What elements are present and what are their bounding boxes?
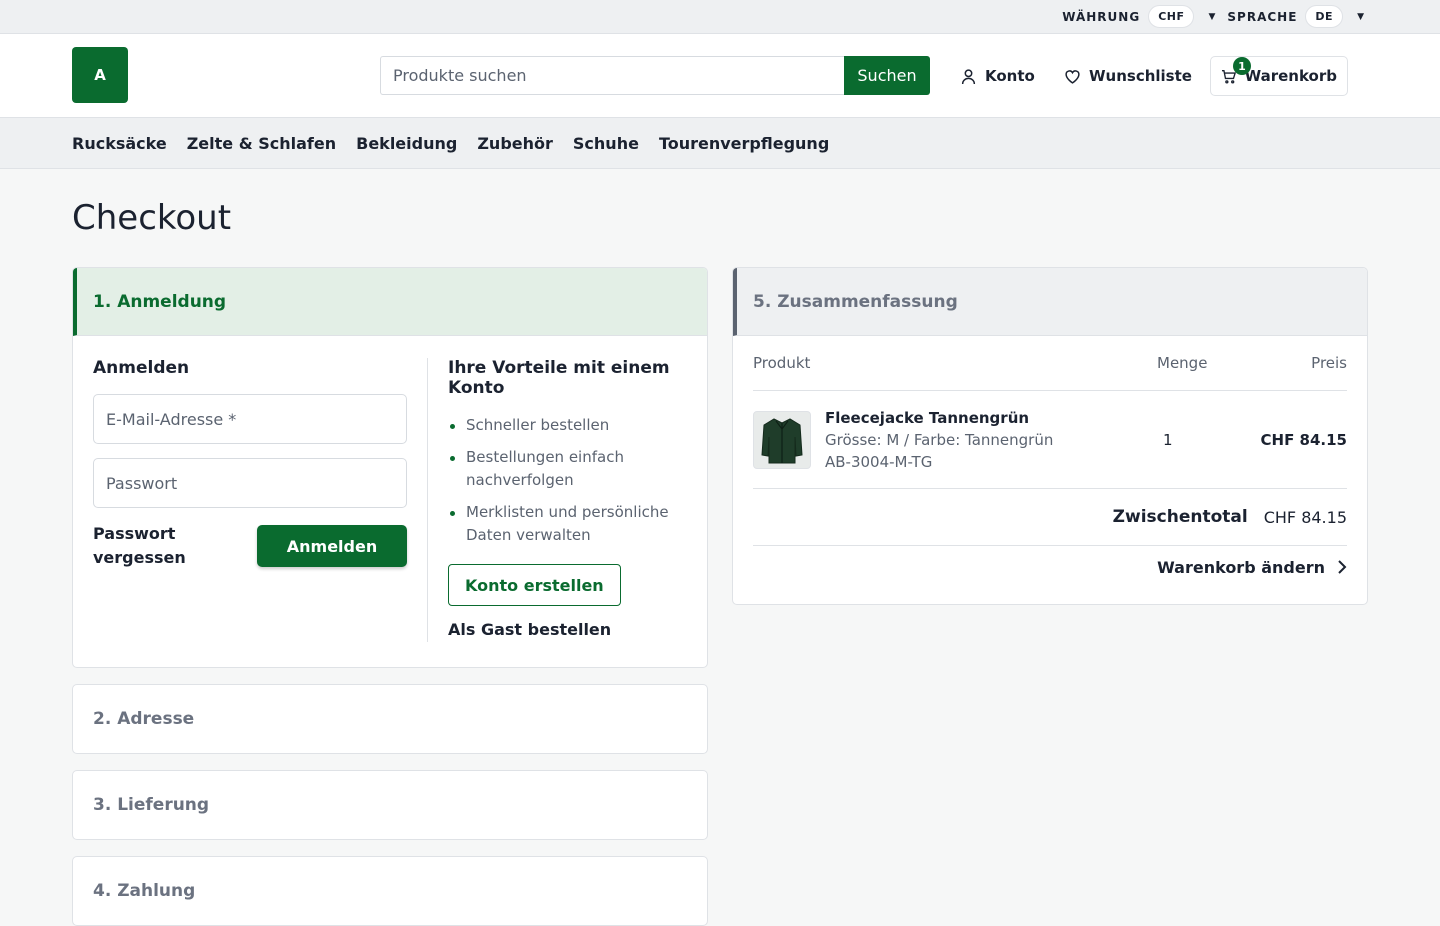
logo[interactable]: A: [72, 47, 128, 103]
nav-item-zelte-schlafen[interactable]: Zelte & Schlafen: [187, 134, 336, 153]
cart-link[interactable]: 1 Warenkorb: [1210, 56, 1348, 96]
step-payment-panel: 4. Zahlung: [72, 856, 708, 926]
wishlist-label: Wunschliste: [1089, 67, 1192, 85]
login-heading: Anmelden: [93, 358, 190, 378]
nav-item-zubehoer[interactable]: Zubehör: [477, 134, 553, 153]
step-delivery-header[interactable]: 3. Lieferung: [73, 771, 707, 839]
language-label: SPRACHE: [1227, 9, 1298, 24]
col-product: Produkt: [753, 354, 811, 372]
edit-cart-link[interactable]: Warenkorb ändern: [753, 546, 1347, 588]
nav-item-rucksaecke[interactable]: Rucksäcke: [72, 134, 167, 153]
nav-item-schuhe[interactable]: Schuhe: [573, 134, 639, 153]
product-name[interactable]: Fleecejacke Tannengrün: [825, 407, 1157, 429]
nav-item-tourenverpflegung[interactable]: Tourenverpflegung: [659, 134, 829, 153]
col-price: Preis: [1311, 354, 1347, 372]
create-account-button[interactable]: Konto erstellen: [448, 564, 621, 606]
category-nav: Rucksäcke Zelte & Schlafen Bekleidung Zu…: [0, 118, 1440, 169]
site-header: A Suchen Konto Wunschliste 1 Warenkorb: [0, 34, 1440, 118]
nav-item-bekleidung[interactable]: Bekleidung: [356, 134, 457, 153]
table-row: Fleecejacke Tannengrün Grösse: M / Farbe…: [753, 391, 1347, 489]
currency-label: WÄHRUNG: [1062, 9, 1141, 24]
subtotal-label: Zwischentotal: [1112, 507, 1248, 527]
language-caret-icon[interactable]: ▼: [1357, 12, 1364, 22]
login-button[interactable]: Anmelden: [257, 525, 407, 567]
product-qty: 1: [1163, 430, 1173, 449]
user-icon: [961, 68, 976, 84]
account-label: Konto: [985, 67, 1035, 85]
step-delivery-panel: 3. Lieferung: [72, 770, 708, 840]
product-sku: AB-3004-M-TG: [825, 452, 933, 471]
search-button[interactable]: Suchen: [844, 56, 930, 95]
step-login-panel: 1. Anmeldung Anmelden Passwort vergessen…: [72, 267, 708, 668]
language-select[interactable]: DE: [1305, 5, 1344, 28]
step-summary-header: 5. Zusammenfassung: [733, 268, 1367, 336]
currency-select[interactable]: CHF: [1148, 5, 1195, 28]
step-address-header[interactable]: 2. Adresse: [73, 685, 707, 753]
step-payment-header[interactable]: 4. Zahlung: [73, 857, 707, 925]
product-price: CHF 84.15: [1260, 430, 1347, 449]
subtotal-row: Zwischentotal CHF 84.15: [753, 489, 1347, 546]
guest-checkout-link[interactable]: Als Gast bestellen: [448, 620, 688, 639]
edit-cart-label: Warenkorb ändern: [1157, 557, 1325, 577]
benefit-item: Schneller bestellen: [448, 414, 688, 437]
forgot-password-link[interactable]: Passwort vergessen: [93, 522, 223, 570]
subtotal-value: CHF 84.15: [1263, 507, 1347, 527]
benefit-item: Merklisten und persönliche Daten verwalt…: [448, 501, 688, 547]
step-login-header[interactable]: 1. Anmeldung: [73, 268, 707, 336]
cart-count-badge: 1: [1233, 57, 1251, 75]
login-form: Anmelden Passwort vergessen Anmelden: [93, 358, 407, 570]
cart-label: Warenkorb: [1244, 67, 1337, 85]
order-summary-panel: 5. Zusammenfassung Produkt Menge Preis F…: [732, 267, 1368, 605]
currency-caret-icon[interactable]: ▼: [1208, 12, 1215, 22]
summary-table-header: Produkt Menge Preis: [753, 336, 1347, 391]
jacket-icon: [761, 417, 803, 463]
page-title: Checkout: [72, 198, 232, 238]
col-qty: Menge: [1157, 354, 1208, 372]
search-input[interactable]: [380, 56, 844, 95]
benefits-heading: Ihre Vorteile mit einem Konto: [448, 358, 670, 398]
account-benefits: Ihre Vorteile mit einem Konto Schneller …: [448, 358, 688, 639]
divider: [427, 358, 428, 642]
product-thumbnail[interactable]: [753, 410, 811, 469]
search-bar: Suchen: [380, 56, 930, 95]
benefit-item: Bestellungen einfach nachverfolgen: [448, 446, 688, 492]
wishlist-link[interactable]: Wunschliste: [1064, 56, 1192, 96]
heart-icon: [1065, 69, 1080, 84]
email-field[interactable]: [93, 394, 407, 444]
account-link[interactable]: Konto: [960, 56, 1035, 96]
utility-bar: WÄHRUNG CHF ▼ SPRACHE DE ▼: [0, 0, 1440, 34]
password-field[interactable]: [93, 458, 407, 508]
chevron-right-icon: [1338, 560, 1347, 574]
step-address-panel: 2. Adresse: [72, 684, 708, 754]
product-variant: Grösse: M / Farbe: Tannengrün: [825, 430, 1054, 449]
